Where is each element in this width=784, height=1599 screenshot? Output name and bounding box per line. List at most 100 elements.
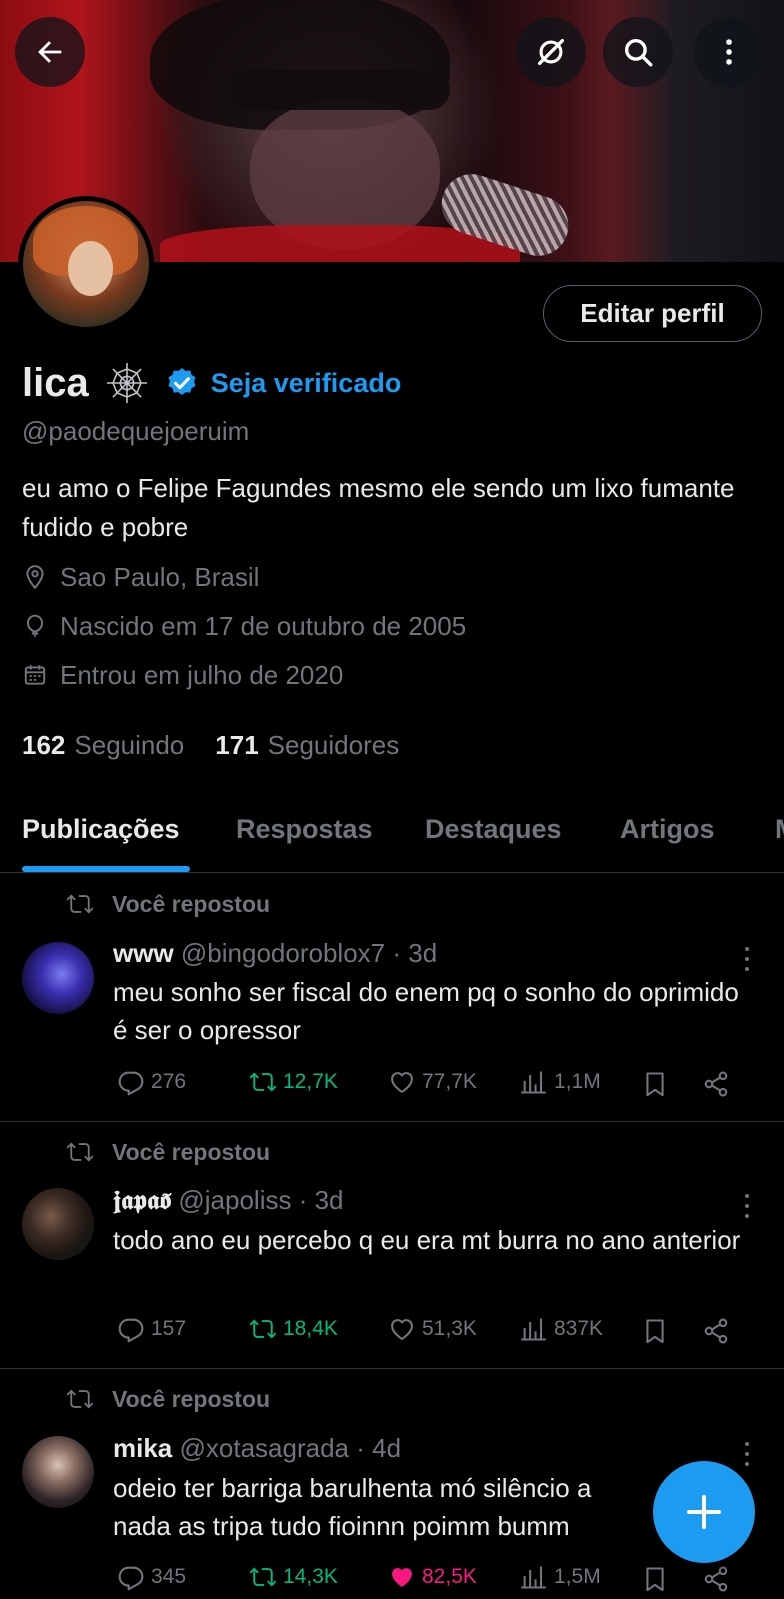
views-count: 1,5M [554,1565,601,1588]
profile-joined: Entrou em julho de 2020 [22,657,343,693]
views-button[interactable]: 837K [520,1315,603,1343]
grok-slash-icon [537,38,565,66]
post-author-avatar[interactable] [22,1436,94,1508]
like-button[interactable]: 77,7K [388,1068,477,1096]
reply-count: 276 [151,1070,187,1093]
following-count[interactable]: 162 [22,730,65,761]
repost-label: Você repostou [112,1138,271,1165]
like-button[interactable]: 51,3K [388,1315,477,1343]
post-more-icon[interactable] [735,944,759,974]
views-count: 1,1M [554,1070,601,1093]
grok-button[interactable] [516,17,586,87]
reply-icon [118,1071,144,1096]
arrow-left-icon [38,41,62,63]
post-more-icon[interactable] [735,1439,759,1469]
reply-button[interactable]: 157 [117,1315,186,1343]
bookmark-icon[interactable] [641,1317,669,1345]
banner-photo-part [230,70,450,110]
views-button[interactable]: 1,1M [520,1068,601,1096]
get-verified-link[interactable]: Seja verificado [211,368,402,399]
post[interactable]: Você repostou www @bingodoroblox7 · 3d m… [0,874,784,1122]
repost-button[interactable]: 18,4K [249,1315,338,1343]
share-icon[interactable] [702,1317,730,1345]
search-button[interactable] [603,17,673,87]
profile-bio: eu amo o Felipe Fagundes mesmo ele sendo… [22,473,735,542]
repost-icon [66,1389,94,1409]
post-header: mika @xotasagrada · 4d [113,1433,401,1464]
repost-count: 18,4K [283,1317,338,1340]
reply-button[interactable]: 276 [117,1068,186,1096]
reply-count: 345 [151,1565,187,1588]
follow-stats: 162 Seguindo 171 Seguidores [22,730,430,761]
post-actions: 157 18,4K 51,3K 837K [113,1315,753,1351]
repost-label: Você repostou [112,890,271,917]
verified-badge-icon[interactable] [165,366,199,400]
more-vertical-icon [726,39,732,65]
post[interactable]: Você repostou 𝖏𝖆𝖕𝖆𝖔̃ @japoliss · 3d todo… [0,1122,784,1369]
views-chart-icon [521,1071,546,1094]
like-count: 51,3K [422,1317,477,1340]
post-author-handle[interactable]: @japoliss [178,1185,291,1215]
post-author-name[interactable]: www [113,938,174,968]
followers-label[interactable]: Seguidores [268,730,400,761]
post-more-icon[interactable] [735,1191,759,1221]
more-button[interactable] [694,17,764,87]
repost-indicator: Você repostou [66,890,270,918]
share-icon[interactable] [702,1565,730,1593]
tab-publicacoes[interactable]: Publicações [22,814,180,845]
tab-artigos[interactable]: Artigos [620,814,715,845]
reply-icon [118,1318,144,1343]
repost-icon [249,1072,277,1092]
post-author-handle[interactable]: @bingodoroblox7 [181,938,385,968]
post-header: www @bingodoroblox7 · 3d [113,938,437,969]
birthday-text: Nascido em 17 de outubro de 2005 [60,610,467,641]
reply-button[interactable]: 345 [117,1563,186,1591]
heart-icon [391,1319,413,1340]
compose-button[interactable] [653,1461,755,1563]
calendar-icon [24,665,46,685]
avatar-image [23,201,149,327]
views-chart-icon [521,1318,546,1341]
post-author-name[interactable]: 𝖏𝖆𝖕𝖆𝖔̃ [113,1185,171,1215]
heart-filled-icon [392,1568,412,1587]
profile-name: lica [22,360,89,405]
followers-count[interactable]: 171 [215,730,258,761]
like-count: 77,7K [422,1070,477,1093]
repost-indicator: Você repostou [66,1138,270,1166]
joined-text: Entrou em julho de 2020 [60,659,344,690]
like-count: 82,5K [422,1565,477,1588]
following-label[interactable]: Seguindo [74,730,184,761]
post-author-avatar[interactable] [22,942,94,1014]
active-tab-indicator [22,866,190,872]
repost-icon [249,1319,277,1339]
compose-plus-icon [687,1495,721,1529]
bookmark-icon[interactable] [641,1070,669,1098]
views-chart-icon [521,1566,546,1589]
repost-label: Você repostou [112,1385,271,1412]
reply-count: 157 [151,1317,187,1340]
profile-avatar[interactable] [18,196,154,332]
post-text: odeio ter barriga barulhenta mó silêncio… [113,1473,592,1541]
repost-indicator: Você repostou [66,1385,270,1413]
share-icon[interactable] [702,1070,730,1098]
repost-count: 14,3K [283,1565,338,1588]
repost-icon [66,1142,94,1162]
profile-location: Sao Paulo, Brasil [22,559,259,595]
profile-tabs: Publicações Respostas Destaques Artigos … [0,800,784,873]
post-author-avatar[interactable] [22,1188,94,1260]
post-author-name[interactable]: mika [113,1433,172,1463]
views-button[interactable]: 1,5M [520,1563,601,1591]
tab-midia[interactable]: M [775,814,784,845]
bookmark-icon[interactable] [641,1565,669,1593]
repost-button[interactable]: 12,7K [249,1068,338,1096]
repost-button[interactable]: 14,3K [249,1563,338,1591]
post-actions: 276 12,7K 77,7K 1,1M [113,1068,753,1104]
post-author-handle[interactable]: @xotasagrada [180,1433,350,1463]
profile-name-row: lica Seja verificado [22,355,401,411]
back-button[interactable] [15,17,85,87]
edit-profile-button[interactable]: Editar perfil [543,285,762,342]
post-time: · 4d [356,1433,402,1463]
tab-destaques[interactable]: Destaques [425,814,562,845]
like-button[interactable]: 82,5K [388,1563,477,1591]
tab-respostas[interactable]: Respostas [236,814,373,845]
